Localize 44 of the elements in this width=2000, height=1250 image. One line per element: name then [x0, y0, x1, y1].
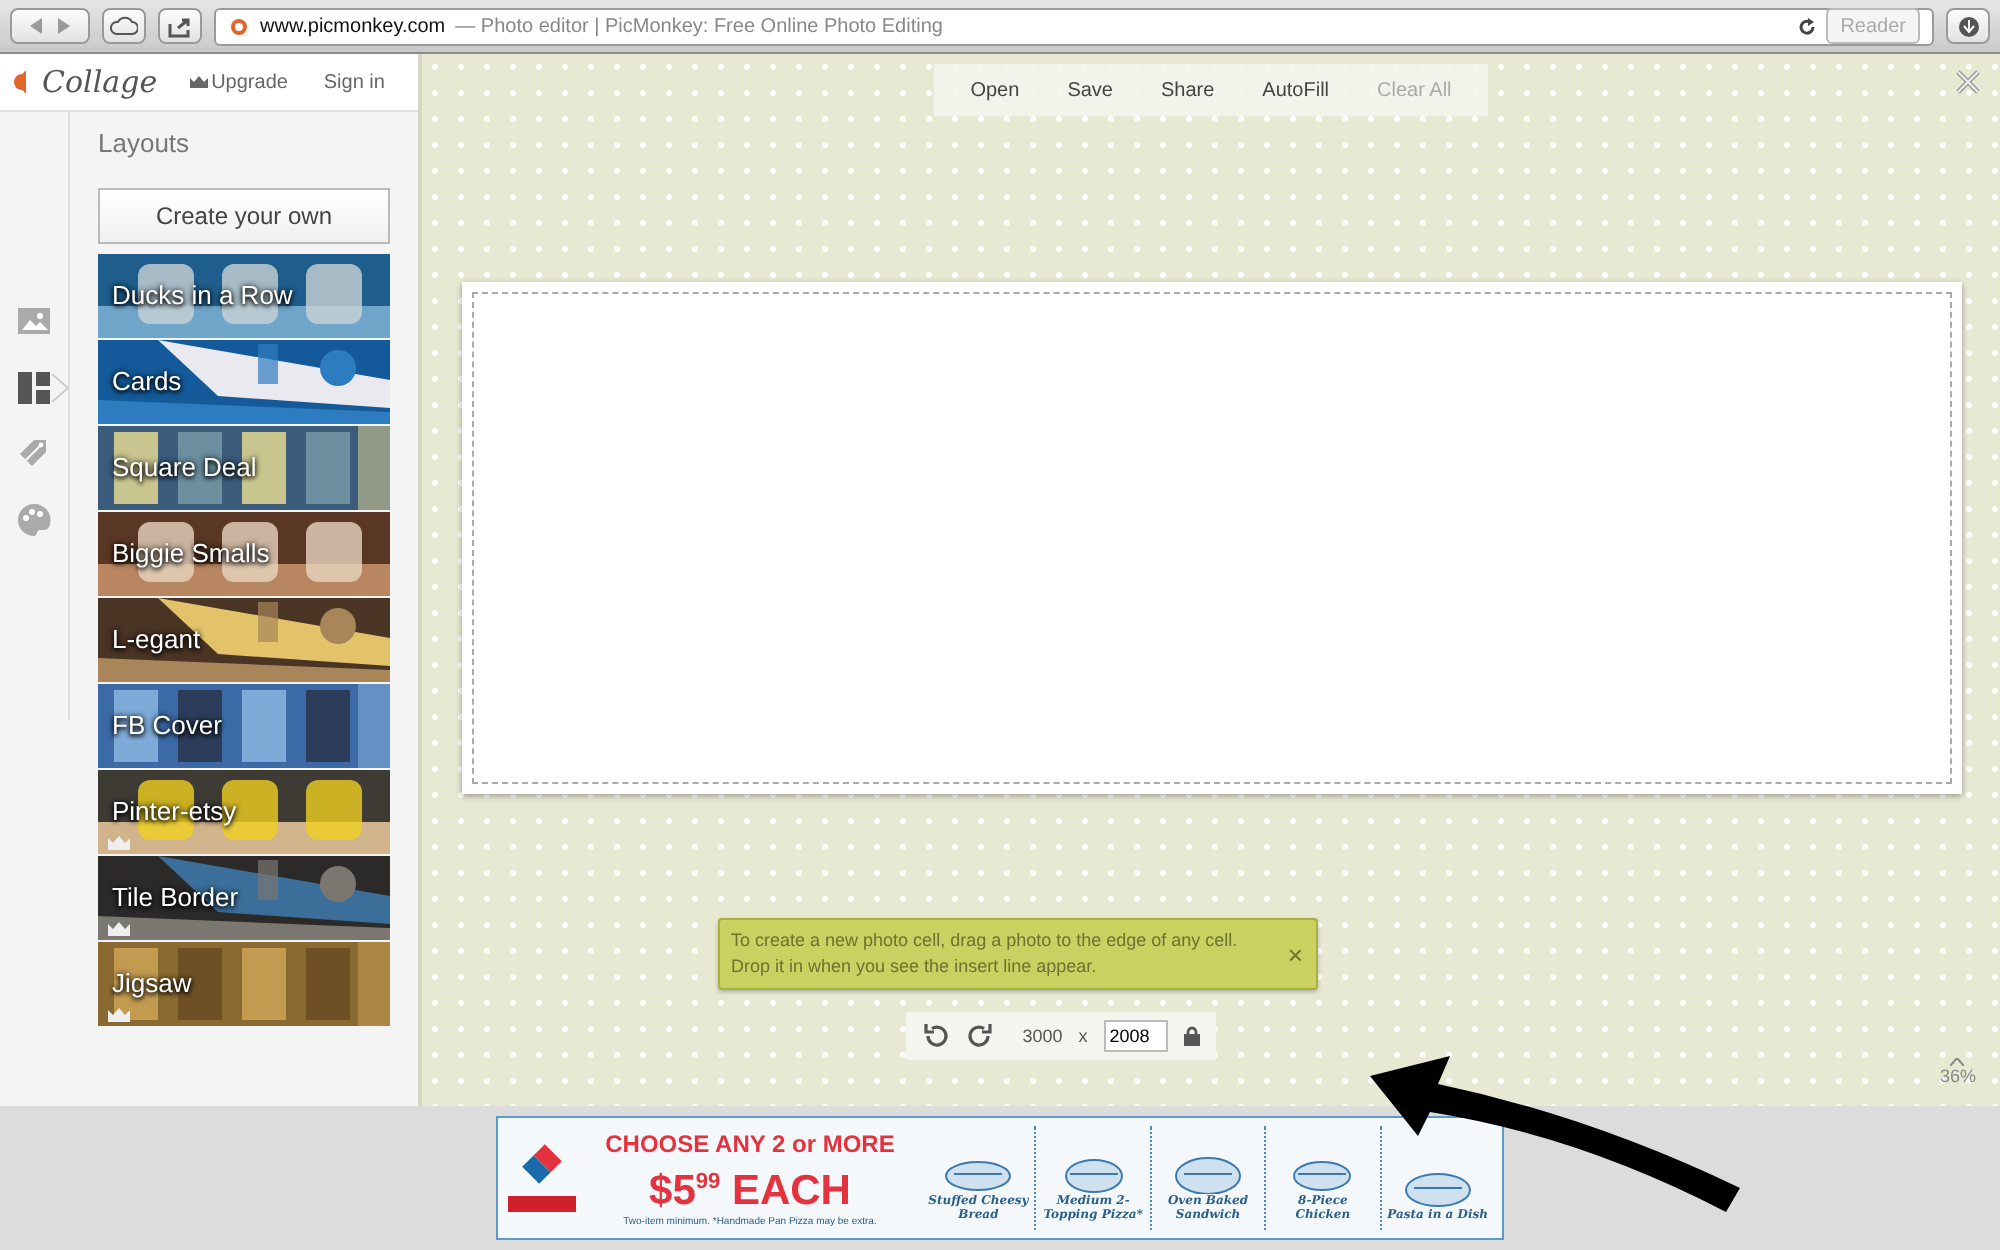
layout-icon[interactable]	[16, 370, 52, 406]
upgrade-link[interactable]: Upgrade	[189, 71, 288, 93]
sign-in-link[interactable]: Sign in	[323, 71, 385, 93]
toolbar-button[interactable]: Open	[946, 79, 1044, 101]
reload-icon[interactable]	[1798, 17, 1817, 35]
ad-headline: CHOOSE ANY 2 or MORE	[605, 1129, 895, 1157]
url-text: www.picmonkey.com	[260, 15, 446, 37]
forward-icon[interactable]	[56, 18, 72, 34]
toolbar-button[interactable]: Share	[1136, 79, 1239, 101]
lock-icon[interactable]	[1183, 1026, 1200, 1046]
tag-icon[interactable]	[16, 436, 52, 472]
page-title: — Photo editor | PicMonkey: Free Online Photo Editing	[455, 15, 943, 37]
share-button[interactable]	[158, 8, 202, 44]
rotate-right-icon[interactable]	[966, 1022, 995, 1050]
rotate-left-icon[interactable]	[922, 1022, 951, 1050]
downloads-button[interactable]	[1946, 8, 1990, 44]
hint-text: To create a new photo cell, drag a photo to the edge of any cell. Drop it in when you see the insert line appear.	[731, 928, 1240, 980]
address-bar[interactable]: www.picmonkey.com — Photo editor | PicMonkey: Free Online Photo Editing Reader	[214, 7, 1934, 45]
create-your-own-button[interactable]: Create your own	[98, 188, 390, 244]
layout-item[interactable]: Cards	[112, 366, 182, 396]
back-icon[interactable]	[28, 18, 44, 34]
layout-item[interactable]: L-egant	[112, 624, 201, 654]
times-sign: x	[1078, 1026, 1088, 1046]
share-icon	[168, 15, 192, 37]
width-value: 3000	[1022, 1026, 1063, 1046]
image-icon[interactable]	[16, 304, 52, 340]
palette-icon[interactable]	[16, 502, 52, 538]
toolbar-button[interactable]: Save	[1043, 79, 1137, 101]
layout-item[interactable]: Tile Border	[112, 882, 239, 912]
crown-icon	[189, 76, 208, 88]
domino-logo-icon	[522, 1144, 562, 1184]
panel-title: Layouts	[98, 128, 192, 158]
close-icon[interactable]	[1956, 70, 1980, 94]
download-icon	[1957, 15, 1979, 37]
cloud-icon	[110, 16, 138, 36]
pointer-icon	[52, 374, 68, 402]
app-logo-text: Collage	[42, 64, 158, 100]
caret-icon[interactable]	[1950, 1058, 1965, 1066]
toolbar-button[interactable]: AutoFill	[1238, 79, 1354, 101]
height-field[interactable]: 2008	[1103, 1020, 1168, 1052]
back-forward-buttons[interactable]	[10, 8, 90, 44]
cloud-button[interactable]	[102, 8, 146, 44]
ad-price: $5$^{99}$ EACH	[649, 1165, 851, 1215]
zoom-level: 36%	[1939, 1066, 1976, 1086]
